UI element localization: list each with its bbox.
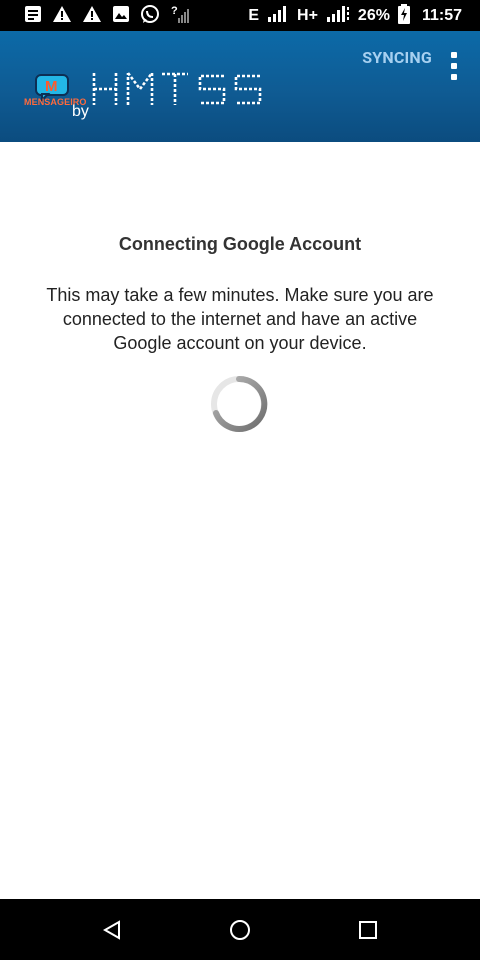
syncing-status: SYNCING	[362, 48, 432, 67]
back-icon[interactable]	[99, 917, 125, 943]
menu-dot	[451, 63, 457, 69]
svg-text:?: ?	[171, 5, 178, 17]
signal-icon	[267, 5, 289, 28]
status-notifications: ?	[24, 4, 190, 28]
status-system: E H+ 26% 11:57	[248, 3, 462, 29]
battery-charging-icon	[397, 3, 410, 29]
status-time: 11:57	[421, 7, 462, 24]
page-title: Connecting Google Account	[118, 234, 362, 254]
logo-wordmark	[90, 71, 266, 111]
overflow-menu-icon[interactable]	[450, 52, 458, 80]
battery-percent: 26%	[357, 7, 390, 24]
whatsapp-icon	[140, 4, 160, 28]
menu-dot	[451, 74, 457, 80]
image-icon	[112, 5, 130, 27]
warning-icon	[82, 5, 102, 27]
loading-spinner-icon	[211, 375, 268, 432]
status-bar: ? E H+ 26% 11:57	[0, 0, 480, 31]
menu-dot	[451, 52, 457, 58]
warning-icon	[52, 5, 72, 27]
page-description: This may take a few minutes. Make sure y…	[46, 285, 434, 353]
app-toolbar: M MENSAGEIRO by SYNCING	[0, 31, 480, 142]
logo-by-label: by	[72, 103, 89, 120]
app-logo: M MENSAGEIRO by	[24, 71, 284, 129]
signal-icon	[326, 5, 350, 28]
hplus-label: H+	[297, 7, 318, 24]
recents-icon[interactable]	[355, 917, 381, 943]
svg-text:M: M	[45, 78, 58, 95]
navigation-bar	[0, 899, 480, 960]
home-icon[interactable]	[227, 917, 253, 943]
notes-icon	[24, 5, 42, 27]
no-signal-icon: ?	[170, 4, 190, 28]
network-type-label: E	[248, 7, 260, 24]
